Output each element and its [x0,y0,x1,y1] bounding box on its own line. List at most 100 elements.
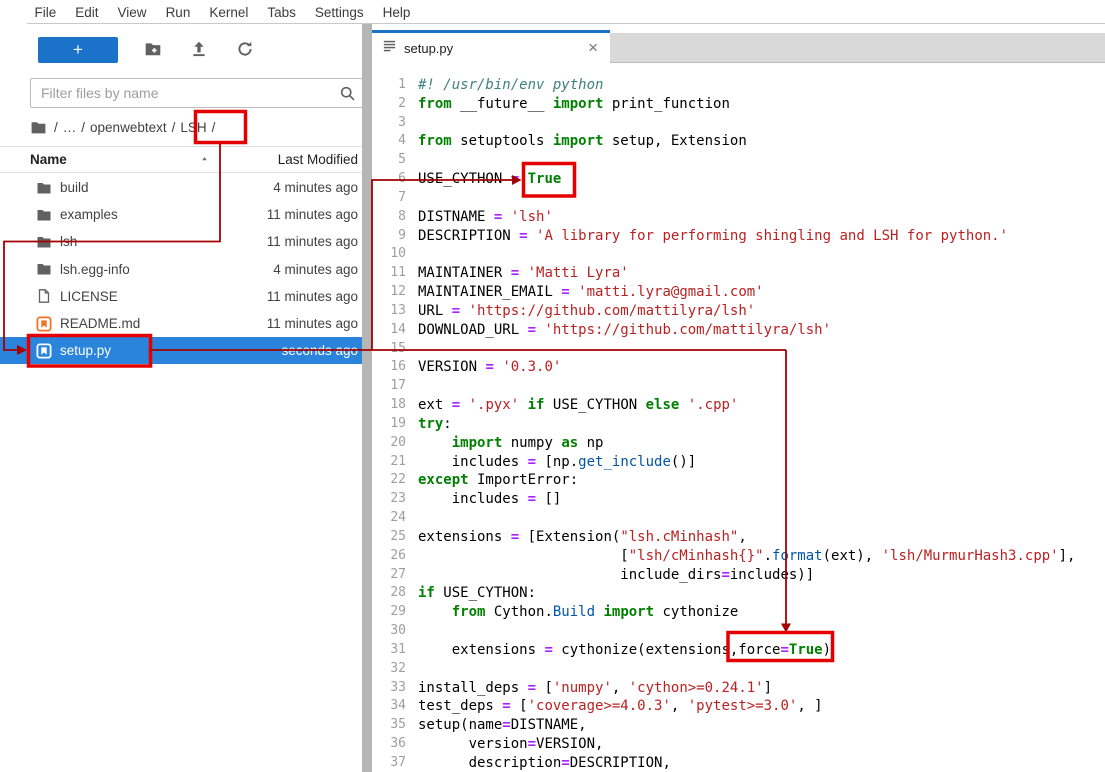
code-line-19[interactable]: 19try: [372,415,1105,434]
column-header-last-modified[interactable]: Last Modified [278,152,358,167]
code-line-29[interactable]: 29 from Cython.Build import cythonize [372,603,1105,622]
line-number: 21 [372,453,406,472]
filter-files-input[interactable] [31,85,339,101]
file-last-modified: 11 minutes ago [267,234,358,249]
code-text: import numpy as np [418,434,603,453]
new-folder-icon [144,40,162,61]
column-header-name[interactable]: Name [30,152,67,167]
code-line-18[interactable]: 18 ext = '.pyx' if USE_CYTHON else '.cpp' [372,396,1105,415]
file-name: lsh.egg-info [60,262,130,277]
code-line-7[interactable]: 7 [372,189,1105,208]
code-line-14[interactable]: 14DOWNLOAD_URL = 'https://github.com/mat… [372,321,1105,340]
refresh-button[interactable] [234,39,256,61]
code-line-16[interactable]: 16VERSION = '0.3.0' [372,358,1105,377]
code-text: description=DESCRIPTION, [418,754,671,772]
file-row-lsh.egg-info[interactable]: lsh.egg-info4 minutes ago [0,256,362,283]
code-text: test_deps = ['coverage>=4.0.3', 'pytest>… [418,697,823,716]
line-number: 10 [372,245,406,264]
close-icon[interactable]: × [588,41,598,55]
line-number: 5 [372,151,406,170]
code-text: MAINTAINER_EMAIL = 'matti.lyra@gmail.com… [418,283,764,302]
file-name: LICENSE [60,289,118,304]
file-row-lsh[interactable]: lsh11 minutes ago [0,228,362,255]
file-name: setup.py [60,343,111,358]
file-row-build[interactable]: build4 minutes ago [0,174,362,201]
code-line-33[interactable]: 33install_deps = ['numpy', 'cython>=0.24… [372,679,1105,698]
editor-area: setup.py × 1 #! /usr/bin/env python2from … [372,24,1105,772]
menu-item-view[interactable]: View [108,5,156,20]
line-number: 28 [372,584,406,603]
code-editor[interactable]: 1 #! /usr/bin/env python2from __future__ … [372,63,1105,772]
line-number: 26 [372,547,406,566]
code-text: setup(name=DISTNAME, [418,716,587,735]
code-line-31[interactable]: 31 extensions = cythonize(extensions,for… [372,641,1105,660]
menu-item-edit[interactable]: Edit [66,5,108,20]
breadcrumb-separator: / [52,120,60,135]
code-line-26[interactable]: 26 ["lsh/cMinhash{}".format(ext), 'lsh/M… [372,547,1105,566]
line-number: 36 [372,735,406,754]
code-line-11[interactable]: 11MAINTAINER = 'Matti Lyra' [372,264,1105,283]
menu-item-settings[interactable]: Settings [305,5,373,20]
menu-item-tabs[interactable]: Tabs [258,5,306,20]
code-line-1[interactable]: 1 #! /usr/bin/env python [372,76,1105,95]
code-line-23[interactable]: 23 includes = [] [372,490,1105,509]
code-line-20[interactable]: 20 import numpy as np [372,434,1105,453]
code-line-32[interactable]: 32 [372,660,1105,679]
file-listing-header[interactable]: Name Last Modified [0,146,362,173]
new-folder-button[interactable] [142,39,164,61]
code-line-28[interactable]: 28if USE_CYTHON: [372,584,1105,603]
code-line-24[interactable]: 24 [372,509,1105,528]
menu-item-file[interactable]: File [25,5,66,20]
line-number: 17 [372,377,406,396]
code-line-4[interactable]: 4from setuptools import setup, Extension [372,132,1105,151]
file-last-modified: 4 minutes ago [273,180,358,195]
code-text: try: [418,415,452,434]
code-line-34[interactable]: 34test_deps = ['coverage>=4.0.3', 'pytes… [372,697,1105,716]
menu-item-kernel[interactable]: Kernel [200,5,258,20]
code-line-2[interactable]: 2from __future__ import print_function [372,95,1105,114]
file-row-examples[interactable]: examples11 minutes ago [0,201,362,228]
code-line-15[interactable]: 15 [372,340,1105,359]
file-last-modified: 11 minutes ago [267,316,358,331]
code-text: #! /usr/bin/env python [418,76,603,95]
code-line-5[interactable]: 5 [372,151,1105,170]
line-number: 1 [372,76,406,95]
code-text: from setuptools import setup, Extension [418,132,747,151]
file-row-README.md[interactable]: README.md11 minutes ago [0,310,362,337]
code-line-35[interactable]: 35setup(name=DISTNAME, [372,716,1105,735]
code-line-27[interactable]: 27 include_dirs=includes)] [372,566,1105,585]
code-line-21[interactable]: 21 includes = [np.get_include()] [372,453,1105,472]
file-row-LICENSE[interactable]: LICENSE11 minutes ago [0,283,362,310]
code-text: ext = '.pyx' if USE_CYTHON else '.cpp' [418,396,738,415]
code-line-10[interactable]: 10 [372,245,1105,264]
upload-button[interactable] [188,39,210,61]
new-launcher-button[interactable]: + [38,37,118,63]
code-line-8[interactable]: 8DISTNAME = 'lsh' [372,208,1105,227]
breadcrumb-segment-LSH[interactable]: LSH [177,120,209,135]
code-text: DESCRIPTION = 'A library for performing … [418,227,1008,246]
line-number: 18 [372,396,406,415]
line-number: 20 [372,434,406,453]
code-line-13[interactable]: 13URL = 'https://github.com/mattilyra/ls… [372,302,1105,321]
code-line-37[interactable]: 37 description=DESCRIPTION, [372,754,1105,772]
code-text: ["lsh/cMinhash{}".format(ext), 'lsh/Murm… [418,547,1075,566]
menu-item-help[interactable]: Help [373,5,420,20]
code-line-3[interactable]: 3 [372,114,1105,133]
breadcrumb-segment-openwebtext[interactable]: openwebtext [87,120,170,135]
panel-divider[interactable] [362,24,372,772]
code-line-17[interactable]: 17 [372,377,1105,396]
code-line-6[interactable]: 6USE_CYTHON = True [372,170,1105,189]
code-line-25[interactable]: 25extensions = [Extension("lsh.cMinhash"… [372,528,1105,547]
breadcrumb-segment-…[interactable]: … [60,120,80,135]
code-line-36[interactable]: 36 version=VERSION, [372,735,1105,754]
tab-setup-py[interactable]: setup.py × [372,30,610,63]
file-row-setup.py[interactable]: setup.py seconds ago [0,337,362,364]
file-last-modified: seconds ago [281,343,358,358]
code-line-9[interactable]: 9DESCRIPTION = 'A library for performing… [372,227,1105,246]
menu-item-run[interactable]: Run [156,5,200,20]
code-line-30[interactable]: 30 [372,622,1105,641]
breadcrumb-separator: / [210,120,218,135]
code-line-12[interactable]: 12MAINTAINER_EMAIL = 'matti.lyra@gmail.c… [372,283,1105,302]
code-line-22[interactable]: 22except ImportError: [372,471,1105,490]
code-text: version=VERSION, [418,735,603,754]
